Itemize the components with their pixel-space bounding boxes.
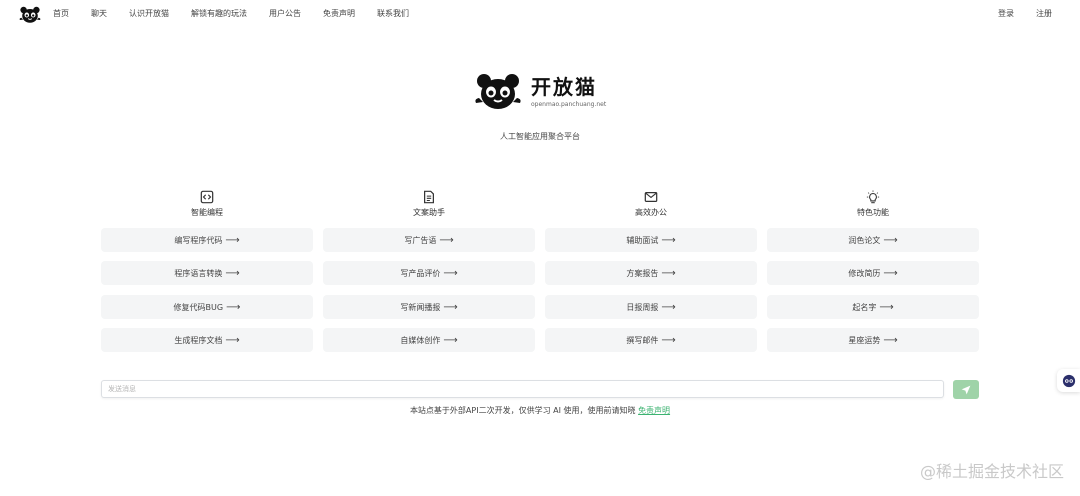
card-label: 起名字 xyxy=(852,302,877,312)
brand-text: 开放猫 openmao.panchuang.net xyxy=(531,76,606,108)
brand-url: openmao.panchuang.net xyxy=(531,101,607,108)
arrow-right-icon: ⟶ xyxy=(226,301,241,313)
nav-disclaimer[interactable]: 免责声明 xyxy=(323,8,355,19)
arrow-right-icon: ⟶ xyxy=(883,334,898,346)
category-title: 智能编程 xyxy=(191,208,223,217)
tagline: 人工智能应用聚合平台 xyxy=(500,132,580,141)
top-navbar: 首页 聊天 认识开放猫 解锁有趣的玩法 用户公告 免责声明 联系我们 登录 注册 xyxy=(0,0,1080,28)
card-label: 写新闻播报 xyxy=(400,302,441,312)
card-label: 自媒体创作 xyxy=(400,335,441,345)
footer-note: 本站点基于外部API二次开发，仅供学习 AI 使用，使用前请知晓 免责声明 xyxy=(0,405,1080,416)
card-polish-paper[interactable]: 润色论文 ⟶ xyxy=(767,228,979,252)
card-label: 编写程序代码 xyxy=(174,235,223,245)
mail-icon xyxy=(644,192,658,202)
arrow-right-icon: ⟶ xyxy=(443,301,458,313)
card-label: 程序语言转换 xyxy=(174,268,223,278)
arrow-right-icon: ⟶ xyxy=(443,267,458,279)
card-label: 修改简历 xyxy=(848,268,881,278)
card-horoscope[interactable]: 星座运势 ⟶ xyxy=(767,328,979,352)
category-title: 特色功能 xyxy=(857,208,889,217)
register-link[interactable]: 注册 xyxy=(1036,8,1052,19)
arrow-right-icon: ⟶ xyxy=(661,334,676,346)
brand-block: 开放猫 openmao.panchuang.net xyxy=(474,72,606,112)
card-label: 方案报告 xyxy=(626,268,659,278)
card-daily-weekly-report[interactable]: 日报周报 ⟶ xyxy=(545,295,757,319)
card-label: 修复代码BUG xyxy=(173,302,224,312)
message-input[interactable] xyxy=(101,380,944,398)
category-special: 特色功能 xyxy=(767,190,979,218)
category-title: 高效办公 xyxy=(635,208,667,217)
category-title: 文案助手 xyxy=(413,208,445,217)
category-coding: 智能编程 xyxy=(101,190,313,218)
card-label: 生成程序文档 xyxy=(174,335,223,345)
nav-contact[interactable]: 联系我们 xyxy=(377,8,409,19)
robot-face-icon xyxy=(1062,374,1075,387)
arrow-right-icon: ⟶ xyxy=(225,234,240,246)
card-label: 日报周报 xyxy=(626,302,659,312)
watermark: @稀土掘金技术社区 xyxy=(919,462,1064,481)
card-convert-language[interactable]: 程序语言转换 ⟶ xyxy=(101,261,313,285)
assistant-float-button[interactable] xyxy=(1057,369,1080,392)
card-label: 润色论文 xyxy=(848,235,881,245)
arrow-right-icon: ⟶ xyxy=(443,334,458,346)
arrow-right-icon: ⟶ xyxy=(883,267,898,279)
card-fix-bug[interactable]: 修复代码BUG ⟶ xyxy=(101,295,313,319)
card-naming[interactable]: 起名字 ⟶ xyxy=(767,295,979,319)
nav-unlock[interactable]: 解锁有趣的玩法 xyxy=(191,8,247,19)
disclaimer-link[interactable]: 免责声明 xyxy=(638,406,670,415)
nav-chat[interactable]: 聊天 xyxy=(91,8,107,19)
card-label: 写产品评价 xyxy=(400,268,441,278)
category-office: 高效办公 xyxy=(545,190,757,218)
footer-text: 本站点基于外部API二次开发，仅供学习 AI 使用，使用前请知晓 xyxy=(409,406,636,415)
send-button[interactable] xyxy=(953,380,979,399)
arrow-right-icon: ⟶ xyxy=(225,334,240,346)
brand-name: 开放猫 xyxy=(531,75,597,99)
card-label: 撰写邮件 xyxy=(626,335,659,345)
auth-links: 登录 注册 xyxy=(976,8,1052,19)
arrow-right-icon: ⟶ xyxy=(439,234,454,246)
arrow-right-icon: ⟶ xyxy=(661,234,676,246)
card-label: 星座运势 xyxy=(848,335,881,345)
card-interview[interactable]: 辅助面试 ⟶ xyxy=(545,228,757,252)
nav-about[interactable]: 认识开放猫 xyxy=(129,8,169,19)
card-label: 辅助面试 xyxy=(626,235,659,245)
arrow-right-icon: ⟶ xyxy=(661,301,676,313)
arrow-right-icon: ⟶ xyxy=(661,267,676,279)
arrow-right-icon: ⟶ xyxy=(883,234,898,246)
card-write-code[interactable]: 编写程序代码 ⟶ xyxy=(101,228,313,252)
document-icon xyxy=(424,190,434,204)
card-generate-docs[interactable]: 生成程序文档 ⟶ xyxy=(101,328,313,352)
code-icon xyxy=(200,190,214,204)
card-news-broadcast[interactable]: 写新闻播报 ⟶ xyxy=(323,295,535,319)
send-icon xyxy=(961,385,971,394)
card-edit-resume[interactable]: 修改简历 ⟶ xyxy=(767,261,979,285)
card-label: 写广告语 xyxy=(404,235,437,245)
card-write-email[interactable]: 撰写邮件 ⟶ xyxy=(545,328,757,352)
nav-announcement[interactable]: 用户公告 xyxy=(269,8,301,19)
card-proposal[interactable]: 方案报告 ⟶ xyxy=(545,261,757,285)
arrow-right-icon: ⟶ xyxy=(225,267,240,279)
lightbulb-icon xyxy=(866,190,880,204)
card-self-media[interactable]: 自媒体创作 ⟶ xyxy=(323,328,535,352)
panda-logo-icon[interactable] xyxy=(19,4,41,26)
arrow-right-icon: ⟶ xyxy=(879,301,894,313)
card-ad-slogan[interactable]: 写广告语 ⟶ xyxy=(323,228,535,252)
login-link[interactable]: 登录 xyxy=(998,8,1014,19)
panda-logo-icon xyxy=(475,74,521,109)
card-product-review[interactable]: 写产品评价 ⟶ xyxy=(323,261,535,285)
nav-home[interactable]: 首页 xyxy=(53,8,69,19)
nav-links: 首页 聊天 认识开放猫 解锁有趣的玩法 用户公告 免责声明 联系我们 xyxy=(53,8,431,19)
category-copywriting: 文案助手 xyxy=(323,190,535,218)
